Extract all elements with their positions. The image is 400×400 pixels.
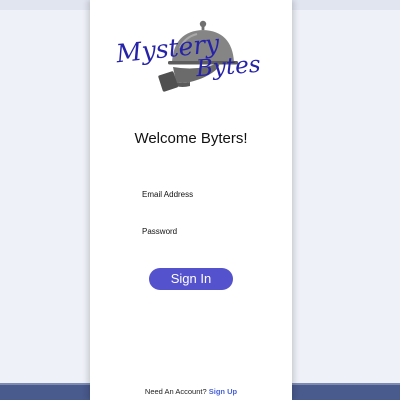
app-logo: Mystery Bytes: [110, 12, 270, 104]
sign-up-link[interactable]: Sign Up: [209, 387, 237, 396]
signup-footer: Need An Account? Sign Up: [90, 386, 292, 400]
logo-word-bytes: Bytes: [195, 51, 262, 83]
password-field[interactable]: [142, 237, 242, 253]
sign-in-button[interactable]: Sign In: [149, 268, 233, 290]
signup-prompt: Need An Account?: [144, 387, 207, 396]
welcome-heading: Welcome Byters!: [134, 130, 248, 147]
password-label: Password: [142, 227, 178, 236]
email-field[interactable]: [142, 200, 242, 216]
email-label: Email Address: [142, 190, 194, 199]
login-card: Mystery Bytes Welcome Byters! Email Addr…: [90, 0, 292, 400]
